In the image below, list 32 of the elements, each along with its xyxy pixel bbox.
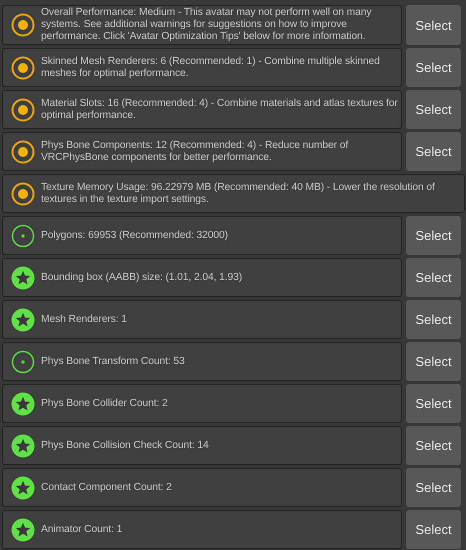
- good-status-icon: [11, 350, 35, 374]
- message-text: Polygons: 69953 (Recommended: 32000): [41, 230, 228, 242]
- good-status-icon: [11, 224, 35, 248]
- message-text: Phys Bone Components: 12 (Recommended: 4) - Reduce number of VRCPhysBone components for better performance.: [41, 140, 350, 164]
- select-button[interactable]: Select: [406, 468, 461, 507]
- select-button[interactable]: Select: [406, 132, 461, 171]
- select-button[interactable]: Select: [406, 384, 461, 423]
- message-text: Bounding box (AABB) size: (1.01, 2.04, 1.93): [41, 272, 242, 284]
- warning-icon: [11, 13, 35, 37]
- message-text: Skinned Mesh Renderers: 6 (Recommended: 1) - Combine multiple skinned meshes for optimal performance.: [41, 56, 381, 80]
- select-button[interactable]: Select: [406, 5, 461, 45]
- select-button[interactable]: Select: [406, 342, 461, 381]
- select-button[interactable]: Select: [406, 426, 461, 465]
- warning-icon: [11, 182, 35, 206]
- message-text: Material Slots: 16 (Recommended: 4) - Combine materials and atlas textures for optimal performance.: [41, 98, 399, 122]
- select-button[interactable]: Select: [406, 48, 461, 87]
- select-button[interactable]: Select: [406, 90, 461, 129]
- message-text: Overall Performance: Medium - This avatar may not perform well on many systems. See additional warnings for suggestions on how to improve performance. Click 'Avatar Optimization Tips' below for more information.: [41, 7, 372, 43]
- warning-icon: [11, 140, 35, 164]
- select-button[interactable]: Select: [406, 510, 461, 549]
- message-text: Texture Memory Usage: 96.22979 MB (Recommended: 40 MB) - Lower the resolution of textures in the texture import settings.: [41, 182, 436, 206]
- select-button[interactable]: Select: [406, 258, 461, 297]
- message-text: Phys Bone Transform Count: 53: [41, 356, 185, 368]
- message-text: Mesh Renderers: 1: [41, 314, 127, 326]
- message-text: Phys Bone Collision Check Count: 14: [41, 440, 209, 452]
- message-text: Contact Component Count: 2: [41, 482, 172, 494]
- message-text: Phys Bone Collider Count: 2: [41, 398, 168, 410]
- warning-icon: [11, 98, 35, 122]
- message-text: Animator Count: 1: [41, 524, 122, 536]
- select-button[interactable]: Select: [406, 216, 461, 255]
- select-button[interactable]: Select: [406, 300, 461, 339]
- warning-icon: [11, 56, 35, 80]
